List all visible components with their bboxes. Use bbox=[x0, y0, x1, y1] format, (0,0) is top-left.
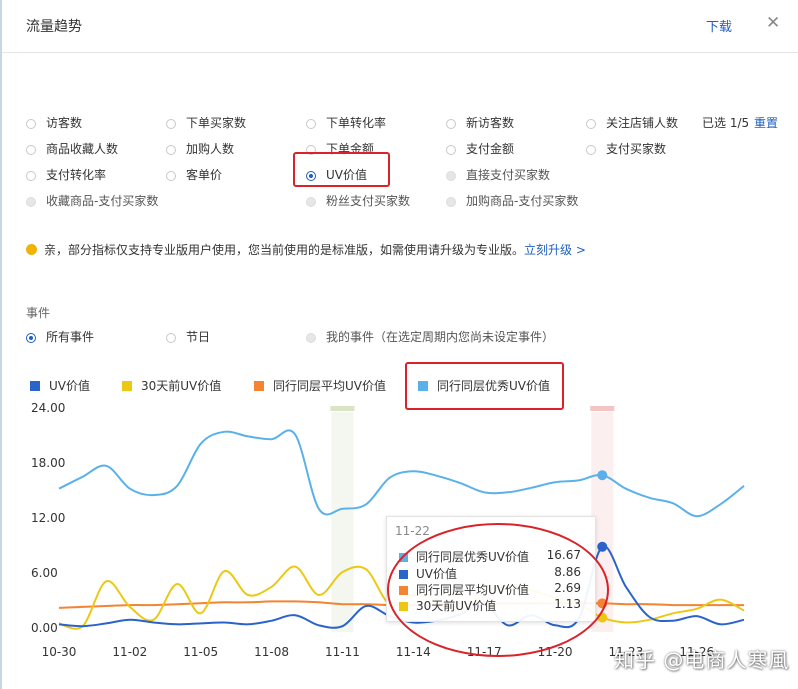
y-tick-label: 12.00 bbox=[31, 511, 65, 525]
radio-icon bbox=[446, 119, 456, 129]
radio-icon bbox=[446, 171, 456, 181]
series-line bbox=[58, 429, 745, 518]
tooltip-date: 11-22 bbox=[395, 524, 430, 538]
metric-option-fav-item-paying-buyers: 收藏商品-支付买家数 bbox=[26, 192, 158, 209]
radio-icon bbox=[446, 145, 456, 155]
metric-option-item-favorites[interactable]: 商品收藏人数 bbox=[26, 140, 118, 157]
radio-icon bbox=[306, 197, 316, 207]
legend-swatch bbox=[122, 381, 132, 391]
radio-icon bbox=[26, 119, 36, 129]
radio-selected-icon bbox=[26, 333, 36, 343]
reset-button[interactable]: 重置 bbox=[754, 114, 778, 131]
upgrade-link[interactable]: 立刻升级 > bbox=[524, 243, 586, 257]
metric-option-cart-item-paying-buyers: 加购商品-支付买家数 bbox=[446, 192, 578, 209]
metric-option-payment-conversion[interactable]: 支付转化率 bbox=[26, 166, 106, 183]
traffic-trend-panel: 流量趋势 下载 ✕ 访客数 下单买家数 下单转化率 新访客数 关注店铺人数 已选… bbox=[0, 0, 798, 689]
metric-option-direct-paying-buyers: 直接支付买家数 bbox=[446, 166, 550, 183]
radio-icon bbox=[166, 119, 176, 129]
metric-option-order-conversion[interactable]: 下单转化率 bbox=[306, 114, 386, 131]
metric-option-shop-followers[interactable]: 关注店铺人数 bbox=[586, 114, 678, 131]
event-marker-cap bbox=[330, 406, 355, 411]
legend-item-uv-30d[interactable]: 30天前UV价值 bbox=[122, 377, 221, 394]
y-tick-label: 0.00 bbox=[31, 621, 58, 635]
radio-icon bbox=[166, 171, 176, 181]
radio-icon bbox=[586, 145, 596, 155]
x-tick-label: 11-08 bbox=[254, 645, 289, 659]
legend-swatch bbox=[254, 381, 264, 391]
event-option-my-events: 我的事件（在选定周期内您尚未设定事件） bbox=[306, 328, 554, 345]
radio-icon bbox=[26, 171, 36, 181]
selected-count: 已选 1/5 bbox=[702, 116, 750, 130]
metric-option-visitors[interactable]: 访客数 bbox=[26, 114, 82, 131]
radio-icon bbox=[446, 197, 456, 207]
highlight-ellipse-tooltip bbox=[387, 523, 609, 657]
legend-item-peer-avg[interactable]: 同行同层平均UV价值 bbox=[254, 377, 386, 394]
metric-option-paying-buyers[interactable]: 支付买家数 bbox=[586, 140, 666, 157]
x-tick-label: 11-14 bbox=[396, 645, 431, 659]
upgrade-notice: 亲，部分指标仅支持专业版用户使用，您当前使用的是标准版，如需使用请升级为专业版。… bbox=[26, 241, 586, 258]
radio-icon bbox=[26, 145, 36, 155]
radio-icon bbox=[306, 119, 316, 129]
warning-icon bbox=[26, 244, 37, 255]
highlight-box-uv-option bbox=[293, 152, 390, 187]
radio-icon bbox=[166, 333, 176, 343]
event-marker-band bbox=[331, 412, 354, 632]
x-tick-label: 11-05 bbox=[183, 645, 218, 659]
metric-option-add-to-cart[interactable]: 加购人数 bbox=[166, 140, 234, 157]
panel-title: 流量趋势 bbox=[26, 19, 82, 35]
download-button[interactable]: 下载 bbox=[706, 16, 732, 35]
radio-icon bbox=[306, 333, 316, 343]
legend-item-uv[interactable]: UV价值 bbox=[30, 377, 90, 394]
y-tick-label: 24.00 bbox=[31, 401, 65, 415]
metric-option-new-visitors[interactable]: 新访客数 bbox=[446, 114, 514, 131]
x-tick-label: 11-11 bbox=[325, 645, 360, 659]
metric-option-avg-order-value[interactable]: 客单价 bbox=[166, 166, 222, 183]
y-tick-label: 18.00 bbox=[31, 456, 65, 470]
event-marker-cap bbox=[590, 406, 615, 411]
panel-header: 流量趋势 下载 ✕ bbox=[2, 0, 798, 53]
metric-option-fan-paying-buyers: 粉丝支付买家数 bbox=[306, 192, 410, 209]
radio-icon bbox=[166, 145, 176, 155]
event-option-all[interactable]: 所有事件 bbox=[26, 328, 94, 345]
radio-icon bbox=[586, 119, 596, 129]
y-tick-label: 6.00 bbox=[31, 566, 58, 580]
events-title: 事件 bbox=[26, 306, 51, 320]
metric-option-order-buyers[interactable]: 下单买家数 bbox=[166, 114, 246, 131]
watermark: 知乎 @电商人寒風 bbox=[614, 648, 790, 672]
event-option-holiday[interactable]: 节日 bbox=[166, 328, 210, 345]
x-tick-label: 10-30 bbox=[42, 645, 77, 659]
highlight-point bbox=[597, 541, 608, 552]
close-icon[interactable]: ✕ bbox=[766, 13, 780, 33]
highlight-point bbox=[597, 470, 608, 481]
x-tick-label: 11-02 bbox=[112, 645, 147, 659]
radio-icon bbox=[26, 197, 36, 207]
legend-swatch bbox=[30, 381, 40, 391]
metric-option-payment-amount[interactable]: 支付金额 bbox=[446, 140, 514, 157]
